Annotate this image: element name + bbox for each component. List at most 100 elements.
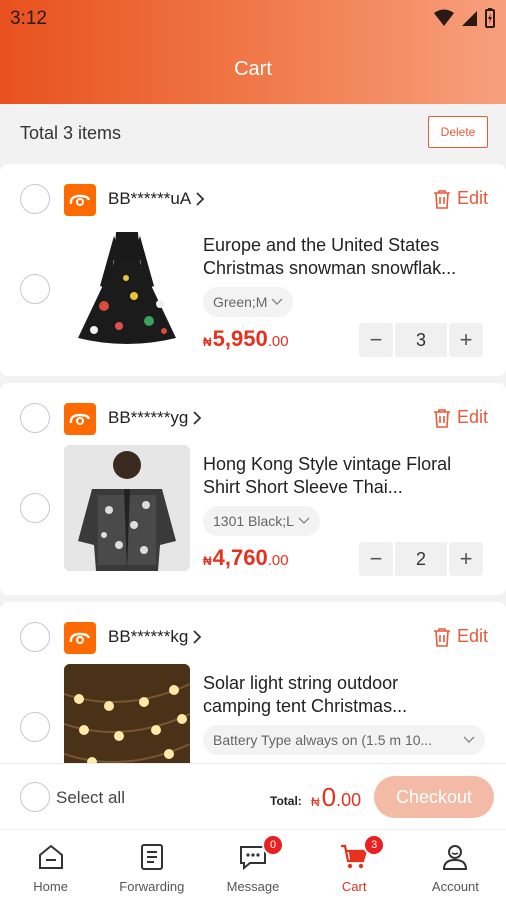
product-title[interactable]: Hong Kong Style vintage Floral Shirt Sho…	[203, 453, 487, 499]
trash-icon	[433, 408, 450, 428]
chevron-down-icon	[298, 517, 310, 524]
header: 3:12 Cart	[0, 0, 506, 104]
item-select-radio[interactable]	[20, 712, 50, 742]
tab-label: Message	[226, 879, 280, 894]
product-title[interactable]: Solar light string outdoor camping tent …	[203, 672, 487, 718]
checkout-button[interactable]: Checkout	[374, 776, 494, 818]
price-decimal: .00	[267, 333, 289, 350]
signal-icon	[462, 11, 477, 26]
shop-name-link[interactable]: BB******kg	[108, 627, 202, 647]
shop-name: BB******uA	[108, 189, 192, 208]
chevron-right-icon	[193, 411, 202, 425]
shop-name-link[interactable]: BB******uA	[108, 189, 205, 209]
edit-label: Edit	[456, 407, 488, 427]
variant-selector[interactable]: Battery Type always on (1.5 m 10...	[203, 725, 485, 755]
shop-logo-icon	[64, 184, 96, 216]
cart-icon: 3	[337, 834, 386, 874]
total-price: ₦ 0 .00	[311, 782, 361, 813]
product-title-line2: camping tent Christmas...	[203, 696, 408, 716]
total-label: Total:	[270, 794, 302, 808]
tab-label: Forwarding	[119, 879, 185, 894]
trash-icon	[433, 627, 450, 647]
shop-name: BB******kg	[108, 627, 189, 646]
edit-label: Edit	[456, 626, 488, 646]
tab-label: Home	[33, 879, 68, 894]
wifi-icon	[434, 9, 454, 26]
quantity-value[interactable]: 3	[395, 323, 447, 357]
page-title: Cart	[234, 58, 272, 80]
shop-name: BB******yg	[108, 408, 189, 427]
checkout-bar: Select all Total: ₦ 0 .00 Checkout	[0, 763, 506, 829]
document-icon	[135, 840, 169, 874]
chevron-down-icon	[271, 298, 283, 305]
cart-badge: 3	[363, 834, 386, 856]
price-integer: 4,760	[212, 545, 268, 570]
total-currency: ₦	[311, 795, 320, 809]
product-title-line1: Europe and the United States	[203, 235, 440, 255]
total-items-text: Total 3 items	[20, 122, 122, 143]
increment-button[interactable]: +	[449, 542, 483, 576]
edit-button[interactable]: Edit	[433, 407, 488, 428]
increment-button[interactable]: +	[449, 323, 483, 357]
select-all-label[interactable]: Select all	[56, 788, 125, 808]
product-title-line2: Christmas snowman snowflak...	[203, 258, 457, 278]
chevron-down-icon	[463, 736, 475, 743]
tab-home[interactable]: Home	[0, 830, 101, 900]
select-all-radio[interactable]	[20, 782, 50, 812]
battery-icon	[485, 8, 495, 28]
price-integer: 5,950	[212, 326, 268, 351]
decrement-button[interactable]: −	[359, 542, 393, 576]
variant-selector[interactable]: Green;M	[203, 287, 294, 317]
shop-name-link[interactable]: BB******yg	[108, 408, 202, 428]
edit-button[interactable]: Edit	[433, 188, 488, 209]
tab-label: Cart	[341, 879, 367, 894]
product-title-line1: Solar light string outdoor	[203, 673, 399, 693]
price-currency: ₦	[203, 335, 212, 349]
cart-item: BB******uA Edit Europe and the United St…	[0, 164, 506, 376]
tab-message[interactable]: 0 Message	[202, 830, 303, 900]
status-time: 3:12	[10, 8, 47, 29]
edit-button[interactable]: Edit	[433, 626, 488, 647]
item-select-radio[interactable]	[20, 493, 50, 523]
total-decimal: .00	[336, 790, 362, 810]
price-currency: ₦	[203, 554, 212, 568]
quantity-value[interactable]: 2	[395, 542, 447, 576]
quantity-stepper: − 3 +	[359, 323, 486, 357]
cart-summary: Total 3 items Delete	[0, 104, 506, 162]
delete-button[interactable]: Delete	[428, 116, 488, 148]
edit-label: Edit	[456, 188, 488, 208]
product-title-line1: Hong Kong Style vintage Floral	[203, 454, 452, 474]
tab-account[interactable]: Account	[405, 830, 506, 900]
bottom-tab-bar: Home Forwarding 0 Message 3 Cart Account	[0, 829, 506, 900]
variant-label: Green;M	[213, 294, 268, 310]
message-badge: 0	[262, 834, 284, 856]
total-integer: 0	[321, 782, 337, 812]
shop-logo-icon	[64, 622, 96, 654]
shop-logo-icon	[64, 403, 96, 435]
quantity-stepper: − 2 +	[359, 542, 486, 576]
product-image[interactable]	[64, 664, 190, 772]
product-title[interactable]: Europe and the United States Christmas s…	[203, 234, 487, 280]
decrement-button[interactable]: −	[359, 323, 393, 357]
status-icons	[434, 8, 496, 28]
cart-item: BB******yg Edit Hong Kong Style vintage …	[0, 383, 506, 595]
home-icon	[34, 840, 68, 874]
chevron-right-icon	[193, 630, 202, 644]
item-select-radio[interactable]	[20, 274, 50, 304]
tab-forwarding[interactable]: Forwarding	[101, 830, 202, 900]
trash-icon	[433, 189, 450, 209]
shop-select-radio[interactable]	[20, 184, 50, 214]
shop-select-radio[interactable]	[20, 622, 50, 652]
item-price: ₦ 5,950 .00	[203, 326, 289, 352]
shop-select-radio[interactable]	[20, 403, 50, 433]
variant-label: Battery Type always on (1.5 m 10...	[213, 732, 433, 748]
tab-cart[interactable]: 3 Cart	[304, 830, 405, 900]
product-image[interactable]	[64, 445, 190, 571]
product-title-line2: Shirt Short Sleeve Thai...	[203, 477, 403, 497]
tab-label: Account	[431, 879, 479, 894]
variant-selector[interactable]: 1301 Black;L	[203, 506, 320, 536]
variant-label: 1301 Black;L	[213, 513, 294, 529]
product-image[interactable]	[64, 226, 190, 352]
item-price: ₦ 4,760 .00	[203, 545, 289, 571]
message-icon: 0	[236, 834, 284, 874]
